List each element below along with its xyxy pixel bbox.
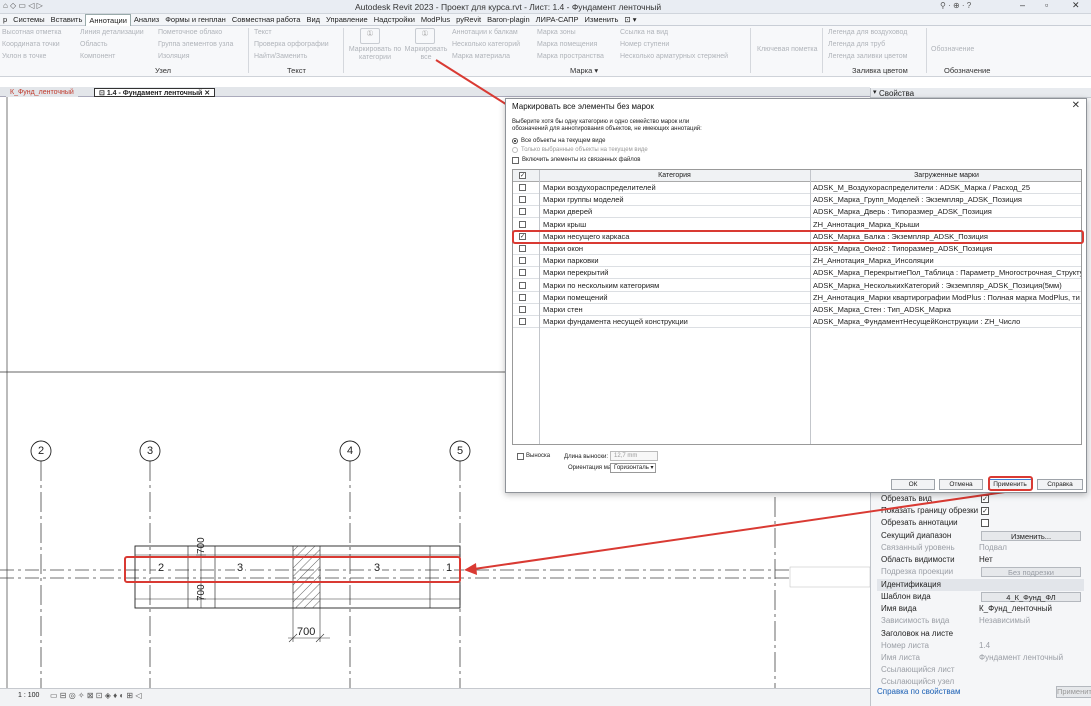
- row-tag-family[interactable]: ADSK_Марка_Окно2 : Типоразмер_ADSK_Позиц…: [813, 243, 1081, 255]
- radio-selected-objects-label: Только выбранные объекты на текущем виде: [521, 147, 648, 153]
- leader-label: Выноска: [526, 453, 551, 459]
- header-select-all-checkbox[interactable]: ✓: [519, 172, 526, 179]
- row-category: Марки парковки: [543, 256, 599, 266]
- row-checkbox[interactable]: [519, 184, 526, 191]
- table-row[interactable]: Марки окон ADSK_Марка_Окно2 : Типоразмер_…: [513, 243, 1081, 255]
- dialog-close-icon[interactable]: ✕: [1072, 100, 1080, 111]
- include-linked-label: Включить элементы из связанных файлов: [522, 157, 641, 163]
- row-tag-family[interactable]: ADSK_Марка_Дверь : Типоразмер_ADSK_Позиц…: [813, 206, 1081, 218]
- table-row[interactable]: Марки фундамента несущей конструкции ADSK…: [513, 316, 1081, 329]
- row-category: Марки помещений: [543, 292, 608, 302]
- radio-all-objects-label: Все объекты на текущем виде: [521, 138, 606, 144]
- row-tag-family[interactable]: ADSK_M_Воздухораспределители : ADSK_Марк…: [813, 182, 1081, 194]
- radio-all-objects[interactable]: [512, 138, 518, 144]
- row-tag-family[interactable]: ZH_Аннотация_Марка_Инсоляции: [813, 255, 1081, 267]
- row-category: Марки дверей: [543, 207, 593, 217]
- row-category: Марки перекрытий: [543, 268, 609, 278]
- table-header: ✓ Категория Загруженные марки: [513, 170, 1081, 182]
- dialog-instruction-2: обозначений для аннотирования объектов, …: [512, 126, 702, 132]
- row-category: Марки группы моделей: [543, 195, 624, 205]
- row-tag-family[interactable]: ADSK_Марка_ПерекрытиеПол_Таблица : Парам…: [813, 267, 1081, 279]
- row-category: Марки фундамента несущей конструкции: [543, 317, 688, 327]
- table-row[interactable]: Марки воздухораспределителей ADSK_M_Возду…: [513, 182, 1081, 194]
- column-header-category[interactable]: Категория: [539, 170, 810, 182]
- radio-selected-objects[interactable]: [512, 147, 518, 153]
- row-tag-family[interactable]: ZH_Аннотация_Марки квартирографии ModPlu…: [813, 292, 1081, 304]
- row-checkbox[interactable]: [519, 220, 526, 228]
- row-tag-family[interactable]: ZH_Аннотация_Марка_Крыши: [813, 219, 1081, 231]
- row-category: Марки крыш: [543, 219, 587, 229]
- row-checkbox[interactable]: [519, 196, 526, 204]
- row-tag-family[interactable]: ADSK_Марка_ФундаментНесущейКонструкции :…: [813, 316, 1081, 328]
- leader-length-label: Длина выноски:: [564, 454, 609, 460]
- table-row[interactable]: Марки крыш ZH_Аннотация_Марка_Крыши: [513, 219, 1081, 231]
- table-row[interactable]: Марки по нескольким категориям ADSK_Марка…: [513, 280, 1081, 292]
- highlight-selected-row: [512, 230, 1084, 244]
- row-checkbox[interactable]: [519, 257, 526, 265]
- row-checkbox[interactable]: [519, 245, 526, 252]
- cancel-button[interactable]: Отмена: [939, 479, 983, 490]
- row-tag-family[interactable]: ADSK_Марка_Групп_Моделей : Экземпляр_ADS…: [813, 194, 1081, 206]
- table-row[interactable]: Марки стен ADSK_Марка_Стен : Тип_ADSK_Мар…: [513, 304, 1081, 316]
- dialog-instruction-1: Выберите хотя бы одну категорию и одно с…: [512, 119, 690, 125]
- row-category: Марки воздухораспределителей: [543, 183, 656, 192]
- row-tag-family[interactable]: ADSK_Марка_Стен : Тип_ADSK_Марка: [813, 304, 1081, 316]
- orientation-select[interactable]: Горизонталь ▾: [610, 463, 656, 473]
- row-tag-family[interactable]: ADSK_Марка_НесколькихКатегорий : Экземпл…: [813, 280, 1081, 292]
- leader-length-input[interactable]: 12,7 mm: [610, 451, 658, 461]
- row-checkbox[interactable]: [519, 306, 526, 313]
- dialog-title: Маркировать все элементы без марок: [512, 102, 654, 111]
- table-row[interactable]: Марки дверей ADSK_Марка_Дверь : Типоразме…: [513, 206, 1081, 219]
- help-button[interactable]: Справка: [1037, 479, 1083, 490]
- table-row[interactable]: Марки группы моделей ADSK_Марка_Групп_Мод…: [513, 194, 1081, 207]
- row-checkbox[interactable]: [519, 269, 526, 277]
- table-row[interactable]: Марки перекрытий ADSK_Марка_ПерекрытиеПол…: [513, 267, 1081, 280]
- row-checkbox[interactable]: [519, 318, 526, 326]
- row-category: Марки окон: [543, 244, 584, 253]
- row-checkbox[interactable]: [519, 281, 526, 289]
- table-row[interactable]: Марки парковки ZH_Аннотация_Марка_Инсоляц…: [513, 255, 1081, 268]
- row-category: Марки стен: [543, 305, 583, 314]
- table-row[interactable]: Марки помещений ZH_Аннотация_Марки кварти…: [513, 292, 1081, 304]
- leader-checkbox[interactable]: [517, 453, 524, 460]
- category-table: ✓ Категория Загруженные марки Марки возд…: [512, 169, 1082, 445]
- row-checkbox[interactable]: [519, 293, 526, 301]
- row-category: Марки по нескольким категориям: [543, 280, 660, 290]
- ok-button[interactable]: ОК: [891, 479, 935, 490]
- row-checkbox[interactable]: [519, 208, 526, 216]
- highlight-apply-button: [988, 476, 1033, 491]
- include-linked-checkbox[interactable]: [512, 157, 519, 164]
- tag-all-dialog: Маркировать все элементы без марок ✕ Выб…: [505, 98, 1087, 493]
- column-header-tags[interactable]: Загруженные марки: [810, 170, 1081, 182]
